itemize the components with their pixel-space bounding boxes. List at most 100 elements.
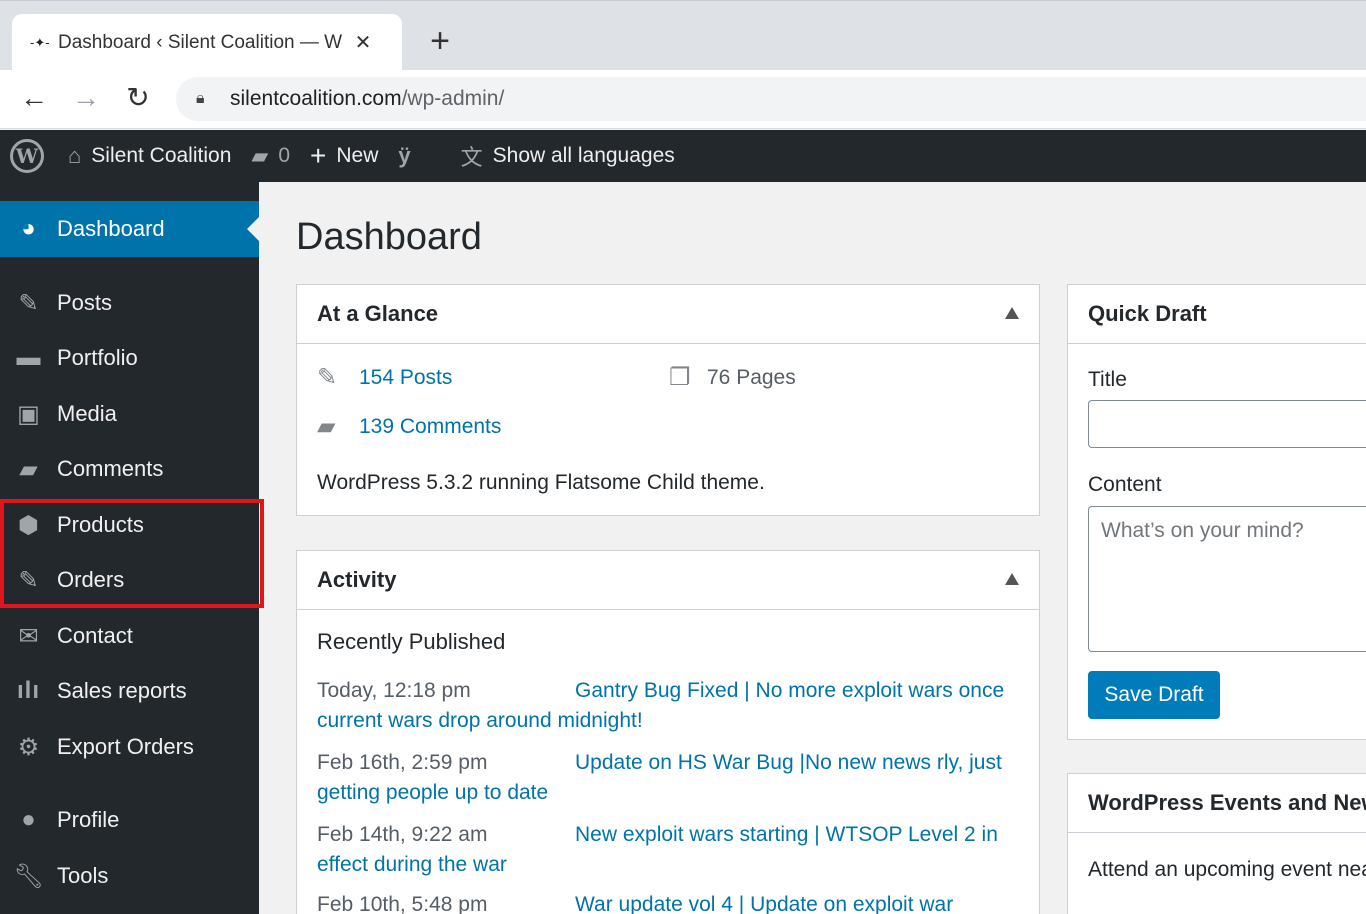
site-favicon-icon: -✦- (30, 34, 50, 50)
comments-count-link[interactable]: 139 Comments (359, 415, 501, 439)
recently-published-heading: Recently Published (317, 629, 506, 654)
folder-icon: ▬ (16, 344, 41, 371)
collapse-toggle-icon[interactable] (1005, 573, 1019, 585)
activity-header[interactable]: Activity (297, 551, 1039, 610)
sidebar-item-label: Dashboard (57, 216, 165, 241)
collapse-toggle-icon[interactable] (1005, 307, 1019, 319)
bar-chart-icon: ılı (16, 677, 40, 704)
list-item: Today, 12:18 pm Gantry Bug Fixed | No mor… (317, 676, 1017, 736)
home-icon: ⌂ (68, 143, 82, 168)
forward-icon[interactable]: → (68, 80, 104, 116)
draft-content-textarea[interactable] (1088, 506, 1366, 652)
events-news-header[interactable]: WordPress Events and News (1068, 774, 1366, 833)
url-host: silentcoalition.com (230, 87, 402, 110)
site-name-link[interactable]: ⌂ Silent Coalition (58, 130, 241, 182)
quick-draft-header[interactable]: Quick Draft (1068, 285, 1366, 344)
url-text: silentcoalition.com/wp-admin/ (230, 87, 504, 111)
wrench-icon: 🔧︎ (13, 862, 44, 890)
sidebar-item-label: Export Orders (57, 734, 194, 759)
browser-tab[interactable]: -✦- Dashboard ‹ Silent Coalition — W ✕ (12, 14, 402, 71)
sidebar-item-dashboard[interactable]: ◕ Dashboard (0, 201, 259, 257)
post-date: Feb 14th, 9:22 am (317, 823, 488, 846)
post-title-link[interactable]: War update vol 4 | Update on exploit war (575, 893, 953, 914)
sidebar-item-media[interactable]: ▣ Media (0, 386, 259, 442)
wp-admin-bar: W ⌂ Silent Coalition ▰ 0 + New ÿ 文 Show … (0, 130, 1366, 182)
reload-icon[interactable]: ↻ (120, 80, 156, 116)
comment-icon: ▰ (317, 413, 336, 440)
widget-title: Activity (317, 567, 397, 592)
page-title: Dashboard (296, 216, 482, 258)
sidebar-item-label: Tools (57, 863, 109, 888)
post-title-link[interactable]: effect during the war (317, 853, 507, 876)
envelope-icon: ✉ (18, 622, 39, 650)
post-title-link[interactable]: Update on HS War Bug |No new news rly, j… (575, 751, 1002, 774)
user-icon: ● (21, 806, 36, 833)
pages-icon: ❐ (669, 364, 691, 391)
activity-widget: Activity Recently Published Today, 12:18… (296, 550, 1040, 914)
new-tab-icon[interactable]: + (420, 21, 460, 61)
events-news-widget: WordPress Events and News Attend an upco… (1067, 773, 1366, 914)
post-title-link[interactable]: New exploit wars starting | WTSOP Level … (575, 823, 998, 846)
close-tab-icon[interactable]: ✕ (348, 30, 378, 55)
post-date: Feb 10th, 5:48 pm (317, 893, 488, 914)
pin-icon: ✎ (317, 364, 338, 391)
sidebar-item-label: Comments (57, 456, 164, 481)
url-field[interactable]: 🔒︎ silentcoalition.com/wp-admin/ (176, 77, 1366, 121)
at-a-glance-header[interactable]: At a Glance (297, 285, 1039, 344)
address-bar: ← → ↻ 🔒︎ silentcoalition.com/wp-admin/ (0, 70, 1366, 129)
sidebar-item-contact[interactable]: ✉ Contact (0, 608, 259, 664)
post-date: Today, 12:18 pm (317, 679, 471, 702)
sidebar-item-label: Contact (57, 623, 133, 648)
sidebar-item-label: Sales reports (57, 678, 187, 703)
sidebar-item-label: Portfolio (57, 345, 138, 370)
comment-icon: ▰ (19, 455, 38, 483)
gear-icon: ⚙ (17, 733, 40, 761)
post-title-link[interactable]: getting people up to date (317, 781, 548, 804)
yoast-seo-link[interactable]: ÿ (388, 130, 430, 182)
list-item: Feb 10th, 5:48 pm War update vol 4 | Upda… (317, 890, 1017, 914)
pin-icon: ✎ (18, 289, 39, 317)
sidebar-item-tools[interactable]: 🔧︎ Tools (0, 848, 259, 904)
sidebar-item-profile[interactable]: ● Profile (0, 792, 259, 848)
glance-posts[interactable]: ✎ 154 Posts (317, 363, 452, 392)
sidebar-item-comments[interactable]: ▰ Comments (0, 441, 259, 497)
new-label: New (336, 144, 379, 167)
languages-link[interactable]: 文 Show all languages (451, 130, 685, 182)
list-item: Feb 14th, 9:22 am New exploit wars starti… (317, 820, 1017, 880)
tab-title: Dashboard ‹ Silent Coalition — W (58, 31, 343, 53)
sidebar-item-label: Posts (57, 290, 113, 315)
sidebar-item-label: Media (57, 401, 117, 426)
plus-icon: + (310, 140, 327, 171)
back-icon[interactable]: ← (16, 80, 52, 116)
draft-title-input[interactable] (1088, 400, 1366, 448)
at-a-glance-widget: At a Glance ✎ 154 Posts ❐ 76 Pages ▰ 139… (296, 284, 1040, 516)
dashboard-icon: ◕ (21, 215, 36, 242)
version-info: WordPress 5.3.2 running Flatsome Child t… (317, 471, 765, 495)
posts-count-link[interactable]: 154 Posts (359, 366, 452, 390)
post-title-link[interactable]: current wars drop around midnight! (317, 709, 643, 732)
languages-label: Show all languages (492, 144, 675, 167)
list-item: Feb 16th, 2:59 pm Update on HS War Bug |N… (317, 748, 1017, 808)
site-name: Silent Coalition (91, 144, 232, 167)
new-content-link[interactable]: + New (300, 130, 388, 182)
comments-count: 0 (278, 144, 290, 167)
post-date: Feb 16th, 2:59 pm (317, 751, 488, 774)
sidebar-item-posts[interactable]: ✎ Posts (0, 275, 259, 331)
post-title-link[interactable]: Gantry Bug Fixed | No more exploit wars … (575, 679, 1004, 702)
version-text: WordPress 5.3.2 running Flatsome Child t… (317, 471, 765, 494)
glance-comments[interactable]: ▰ 139 Comments (317, 412, 501, 441)
sidebar-item-export-orders[interactable]: ⚙ Export Orders (0, 719, 259, 775)
yoast-icon: ÿ (398, 143, 411, 168)
comments-link[interactable]: ▰ 0 (241, 130, 300, 182)
wordpress-logo-icon[interactable]: W (10, 139, 44, 173)
url-path: /wp-admin/ (401, 87, 505, 110)
quick-draft-widget: Quick Draft Title Content Save Draft (1067, 284, 1366, 740)
highlight-annotation-box (0, 499, 264, 608)
widget-title: WordPress Events and News (1088, 790, 1366, 815)
sidebar-item-sales-reports[interactable]: ılı Sales reports (0, 663, 259, 719)
save-draft-button[interactable]: Save Draft (1088, 671, 1220, 719)
sidebar-item-portfolio[interactable]: ▬ Portfolio (0, 330, 259, 386)
translate-icon: 文 (460, 145, 483, 170)
glance-pages[interactable]: ❐ 76 Pages (669, 363, 796, 392)
sidebar-item-label: Profile (57, 807, 120, 832)
